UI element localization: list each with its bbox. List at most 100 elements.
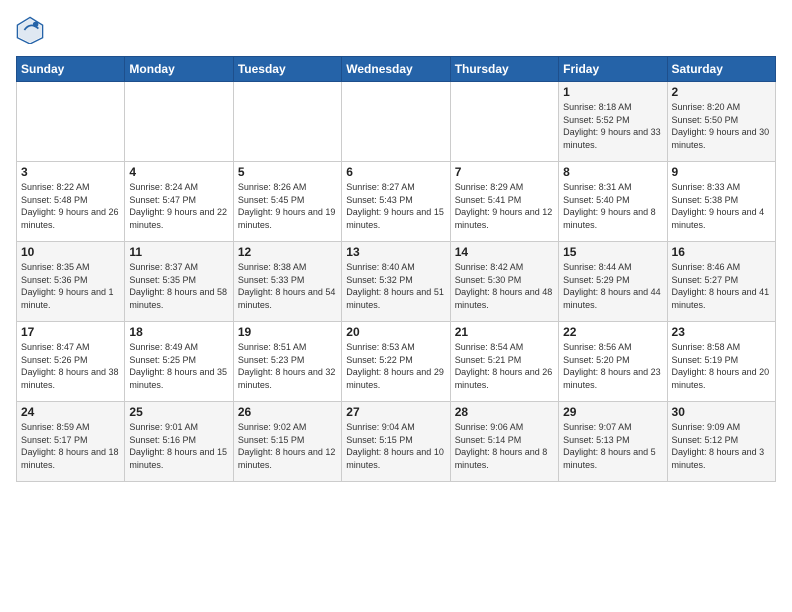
calendar-cell: 15 Sunrise: 8:44 AM Sunset: 5:29 PM Dayli…	[559, 242, 667, 322]
day-info: Sunrise: 8:53 AM Sunset: 5:22 PM Dayligh…	[346, 341, 445, 391]
day-info: Sunrise: 8:24 AM Sunset: 5:47 PM Dayligh…	[129, 181, 228, 231]
calendar-cell: 13 Sunrise: 8:40 AM Sunset: 5:32 PM Dayli…	[342, 242, 450, 322]
day-info: Sunrise: 8:51 AM Sunset: 5:23 PM Dayligh…	[238, 341, 337, 391]
calendar-cell	[450, 82, 558, 162]
calendar-cell: 14Sunrise: 8:42 AM Sunset: 5:30 PM Dayli…	[450, 242, 558, 322]
day-number: 5	[238, 165, 337, 179]
day-number: 22	[563, 325, 662, 339]
day-info: Sunrise: 8:47 AM Sunset: 5:26 PM Dayligh…	[21, 341, 120, 391]
calendar-cell: 20 Sunrise: 8:53 AM Sunset: 5:22 PM Dayli…	[342, 322, 450, 402]
calendar-header: SundayMondayTuesdayWednesdayThursdayFrid…	[17, 57, 776, 82]
week-row-0: 1 Sunrise: 8:18 AM Sunset: 5:52 PM Daylig…	[17, 82, 776, 162]
day-number: 14	[455, 245, 554, 259]
header	[16, 16, 776, 44]
header-day-monday: Monday	[125, 57, 233, 82]
day-number: 24	[21, 405, 120, 419]
header-day-saturday: Saturday	[667, 57, 775, 82]
day-info: Sunrise: 8:37 AM Sunset: 5:35 PM Dayligh…	[129, 261, 228, 311]
day-number: 18	[129, 325, 228, 339]
calendar-cell: 27Sunrise: 9:04 AM Sunset: 5:15 PM Dayli…	[342, 402, 450, 482]
day-number: 6	[346, 165, 445, 179]
day-number: 20	[346, 325, 445, 339]
day-info: Sunrise: 8:20 AM Sunset: 5:50 PM Dayligh…	[672, 101, 771, 151]
day-number: 8	[563, 165, 662, 179]
day-info: Sunrise: 8:56 AM Sunset: 5:20 PM Dayligh…	[563, 341, 662, 391]
header-day-tuesday: Tuesday	[233, 57, 341, 82]
day-info: Sunrise: 8:54 AM Sunset: 5:21 PM Dayligh…	[455, 341, 554, 391]
calendar-cell: 24 Sunrise: 8:59 AM Sunset: 5:17 PM Dayli…	[17, 402, 125, 482]
calendar-cell: 21Sunrise: 8:54 AM Sunset: 5:21 PM Dayli…	[450, 322, 558, 402]
day-number: 13	[346, 245, 445, 259]
page: SundayMondayTuesdayWednesdayThursdayFrid…	[0, 0, 792, 492]
day-number: 26	[238, 405, 337, 419]
calendar-cell: 1 Sunrise: 8:18 AM Sunset: 5:52 PM Daylig…	[559, 82, 667, 162]
calendar-cell: 23 Sunrise: 8:58 AM Sunset: 5:19 PM Dayli…	[667, 322, 775, 402]
week-row-3: 17 Sunrise: 8:47 AM Sunset: 5:26 PM Dayli…	[17, 322, 776, 402]
day-info: Sunrise: 8:31 AM Sunset: 5:40 PM Dayligh…	[563, 181, 662, 231]
day-number: 3	[21, 165, 120, 179]
calendar-cell: 7 Sunrise: 8:29 AM Sunset: 5:41 PM Daylig…	[450, 162, 558, 242]
week-row-4: 24 Sunrise: 8:59 AM Sunset: 5:17 PM Dayli…	[17, 402, 776, 482]
calendar-cell: 10 Sunrise: 8:35 AM Sunset: 5:36 PM Dayli…	[17, 242, 125, 322]
day-info: Sunrise: 8:33 AM Sunset: 5:38 PM Dayligh…	[672, 181, 771, 231]
day-number: 15	[563, 245, 662, 259]
calendar-cell	[233, 82, 341, 162]
day-number: 28	[455, 405, 554, 419]
day-info: Sunrise: 8:29 AM Sunset: 5:41 PM Dayligh…	[455, 181, 554, 231]
day-number: 9	[672, 165, 771, 179]
day-number: 4	[129, 165, 228, 179]
day-info: Sunrise: 8:26 AM Sunset: 5:45 PM Dayligh…	[238, 181, 337, 231]
calendar-cell: 11 Sunrise: 8:37 AM Sunset: 5:35 PM Dayli…	[125, 242, 233, 322]
day-number: 10	[21, 245, 120, 259]
calendar-cell: 17 Sunrise: 8:47 AM Sunset: 5:26 PM Dayli…	[17, 322, 125, 402]
calendar-cell: 28 Sunrise: 9:06 AM Sunset: 5:14 PM Dayli…	[450, 402, 558, 482]
day-info: Sunrise: 8:58 AM Sunset: 5:19 PM Dayligh…	[672, 341, 771, 391]
day-number: 17	[21, 325, 120, 339]
calendar-cell: 5 Sunrise: 8:26 AM Sunset: 5:45 PM Daylig…	[233, 162, 341, 242]
calendar-cell	[125, 82, 233, 162]
calendar-cell: 22 Sunrise: 8:56 AM Sunset: 5:20 PM Dayli…	[559, 322, 667, 402]
calendar-cell: 4 Sunrise: 8:24 AM Sunset: 5:47 PM Daylig…	[125, 162, 233, 242]
calendar-cell	[17, 82, 125, 162]
day-info: Sunrise: 9:01 AM Sunset: 5:16 PM Dayligh…	[129, 421, 228, 471]
day-info: Sunrise: 8:22 AM Sunset: 5:48 PM Dayligh…	[21, 181, 120, 231]
day-info: Sunrise: 9:04 AM Sunset: 5:15 PM Dayligh…	[346, 421, 445, 471]
day-info: Sunrise: 8:27 AM Sunset: 5:43 PM Dayligh…	[346, 181, 445, 231]
day-number: 16	[672, 245, 771, 259]
day-info: Sunrise: 9:02 AM Sunset: 5:15 PM Dayligh…	[238, 421, 337, 471]
logo	[16, 16, 48, 44]
day-number: 2	[672, 85, 771, 99]
day-info: Sunrise: 8:38 AM Sunset: 5:33 PM Dayligh…	[238, 261, 337, 311]
calendar-cell: 16Sunrise: 8:46 AM Sunset: 5:27 PM Dayli…	[667, 242, 775, 322]
header-day-thursday: Thursday	[450, 57, 558, 82]
header-day-friday: Friday	[559, 57, 667, 82]
day-info: Sunrise: 8:18 AM Sunset: 5:52 PM Dayligh…	[563, 101, 662, 151]
day-number: 11	[129, 245, 228, 259]
calendar-cell: 18Sunrise: 8:49 AM Sunset: 5:25 PM Dayli…	[125, 322, 233, 402]
calendar-cell: 8 Sunrise: 8:31 AM Sunset: 5:40 PM Daylig…	[559, 162, 667, 242]
day-number: 19	[238, 325, 337, 339]
calendar-cell: 2 Sunrise: 8:20 AM Sunset: 5:50 PM Daylig…	[667, 82, 775, 162]
day-info: Sunrise: 9:07 AM Sunset: 5:13 PM Dayligh…	[563, 421, 662, 471]
calendar-body: 1 Sunrise: 8:18 AM Sunset: 5:52 PM Daylig…	[17, 82, 776, 482]
day-info: Sunrise: 8:35 AM Sunset: 5:36 PM Dayligh…	[21, 261, 120, 311]
logo-icon	[16, 16, 44, 44]
calendar-cell	[342, 82, 450, 162]
header-row: SundayMondayTuesdayWednesdayThursdayFrid…	[17, 57, 776, 82]
day-number: 23	[672, 325, 771, 339]
day-info: Sunrise: 8:44 AM Sunset: 5:29 PM Dayligh…	[563, 261, 662, 311]
calendar-cell: 9 Sunrise: 8:33 AM Sunset: 5:38 PM Daylig…	[667, 162, 775, 242]
day-number: 25	[129, 405, 228, 419]
day-number: 30	[672, 405, 771, 419]
calendar-cell: 26 Sunrise: 9:02 AM Sunset: 5:15 PM Dayli…	[233, 402, 341, 482]
calendar-cell: 19 Sunrise: 8:51 AM Sunset: 5:23 PM Dayli…	[233, 322, 341, 402]
day-number: 1	[563, 85, 662, 99]
calendar-cell: 3 Sunrise: 8:22 AM Sunset: 5:48 PM Daylig…	[17, 162, 125, 242]
day-info: Sunrise: 8:40 AM Sunset: 5:32 PM Dayligh…	[346, 261, 445, 311]
calendar-cell: 25 Sunrise: 9:01 AM Sunset: 5:16 PM Dayli…	[125, 402, 233, 482]
calendar-cell: 12Sunrise: 8:38 AM Sunset: 5:33 PM Dayli…	[233, 242, 341, 322]
day-number: 7	[455, 165, 554, 179]
day-info: Sunrise: 9:06 AM Sunset: 5:14 PM Dayligh…	[455, 421, 554, 471]
calendar-cell: 6 Sunrise: 8:27 AM Sunset: 5:43 PM Daylig…	[342, 162, 450, 242]
day-info: Sunrise: 8:59 AM Sunset: 5:17 PM Dayligh…	[21, 421, 120, 471]
